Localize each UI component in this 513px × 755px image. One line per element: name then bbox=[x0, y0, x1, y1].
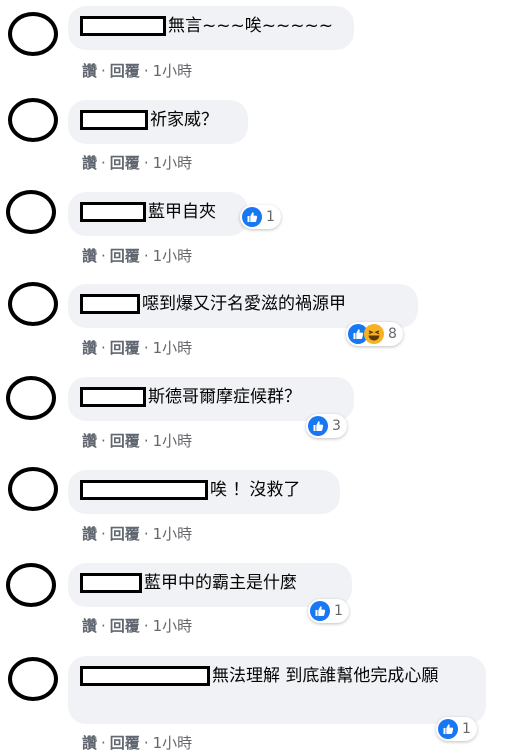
comment-text: 藍甲中的霸主是什麼 bbox=[144, 573, 297, 593]
comment-avatar[interactable] bbox=[6, 190, 56, 234]
like-link[interactable]: 讚 bbox=[82, 62, 97, 80]
reply-link[interactable]: 回覆 bbox=[110, 525, 140, 543]
comment-text: 噁到爆又汙名愛滋的禍源甲 bbox=[142, 294, 346, 314]
timestamp[interactable]: 1小時 bbox=[153, 154, 193, 172]
reaction-count: 3 bbox=[332, 418, 341, 434]
comment-avatar[interactable] bbox=[8, 282, 58, 326]
like-icon bbox=[308, 416, 328, 436]
comment-bubble: 無法理解 到底誰幫他完成心願 bbox=[68, 656, 486, 724]
timestamp[interactable]: 1小時 bbox=[153, 339, 193, 357]
reaction-count: 1 bbox=[334, 603, 343, 619]
redacted-name bbox=[80, 387, 146, 407]
like-link[interactable]: 讚 bbox=[82, 154, 97, 172]
comment-bubble: 藍甲自夾 bbox=[68, 192, 248, 236]
reaction-summary[interactable]: 8 bbox=[346, 322, 403, 346]
comment-text: 唉 ！沒救了 bbox=[210, 480, 301, 500]
comment-text: 無言~~~唉~~~~~ bbox=[168, 16, 333, 36]
redacted-name bbox=[80, 480, 208, 500]
redacted-name bbox=[80, 294, 140, 314]
comment-actions: 讚 · 回覆 · 1小時 bbox=[82, 154, 193, 172]
timestamp[interactable]: 1小時 bbox=[153, 247, 193, 265]
redacted-name bbox=[80, 110, 148, 130]
timestamp[interactable]: 1小時 bbox=[153, 432, 193, 450]
reaction-summary[interactable]: 1 bbox=[240, 205, 281, 229]
timestamp[interactable]: 1小時 bbox=[153, 62, 193, 80]
like-link[interactable]: 讚 bbox=[82, 339, 97, 357]
comment-avatar[interactable] bbox=[6, 563, 56, 607]
comment-text: 無法理解 到底誰幫他完成心願 bbox=[212, 666, 439, 686]
comment-actions: 讚 · 回覆 · 1小時 bbox=[82, 617, 193, 635]
like-icon bbox=[242, 207, 262, 227]
redacted-name bbox=[80, 16, 166, 36]
like-icon bbox=[310, 601, 330, 621]
comment-bubble: 無言~~~唉~~~~~ bbox=[68, 6, 354, 50]
comment-actions: 讚 · 回覆 · 1小時 bbox=[82, 734, 193, 752]
comment-bubble: 祈家威？ bbox=[68, 100, 248, 144]
redacted-name bbox=[80, 666, 210, 686]
like-link[interactable]: 讚 bbox=[82, 432, 97, 450]
like-icon bbox=[438, 719, 458, 739]
reaction-summary[interactable]: 1 bbox=[308, 599, 349, 623]
comment-text: 祈家威？ bbox=[150, 110, 218, 130]
reaction-summary[interactable]: 1 bbox=[436, 717, 477, 741]
comment-text: 斯德哥爾摩症候群？ bbox=[148, 387, 301, 407]
like-link[interactable]: 讚 bbox=[82, 525, 97, 543]
comment-actions: 讚 · 回覆 · 1小時 bbox=[82, 432, 193, 450]
timestamp[interactable]: 1小時 bbox=[153, 617, 193, 635]
timestamp[interactable]: 1小時 bbox=[153, 734, 193, 752]
comment-text: 藍甲自夾 bbox=[148, 202, 216, 222]
timestamp[interactable]: 1小時 bbox=[153, 525, 193, 543]
like-link[interactable]: 讚 bbox=[82, 734, 97, 752]
comment-actions: 讚 · 回覆 · 1小時 bbox=[82, 525, 193, 543]
reply-link[interactable]: 回覆 bbox=[110, 617, 140, 635]
comment-avatar[interactable] bbox=[6, 376, 56, 420]
like-link[interactable]: 讚 bbox=[82, 617, 97, 635]
reaction-count: 1 bbox=[462, 721, 471, 737]
reaction-count: 1 bbox=[266, 209, 275, 225]
comment-avatar[interactable] bbox=[8, 657, 58, 701]
comment-actions: 讚 · 回覆 · 1小時 bbox=[82, 247, 193, 265]
comment-bubble: 唉 ！沒救了 bbox=[68, 470, 340, 514]
comment-bubble: 斯德哥爾摩症候群？ bbox=[68, 377, 354, 421]
haha-icon bbox=[364, 324, 384, 344]
comment-avatar[interactable] bbox=[8, 98, 58, 142]
reply-link[interactable]: 回覆 bbox=[110, 432, 140, 450]
comment-avatar[interactable] bbox=[8, 12, 58, 56]
comment-actions: 讚 · 回覆 · 1小時 bbox=[82, 339, 193, 357]
redacted-name bbox=[80, 202, 146, 222]
reaction-count: 8 bbox=[388, 326, 397, 342]
reply-link[interactable]: 回覆 bbox=[110, 247, 140, 265]
reply-link[interactable]: 回覆 bbox=[110, 154, 140, 172]
reply-link[interactable]: 回覆 bbox=[110, 62, 140, 80]
redacted-name bbox=[80, 573, 142, 593]
reply-link[interactable]: 回覆 bbox=[110, 734, 140, 752]
like-link[interactable]: 讚 bbox=[82, 247, 97, 265]
comment-actions: 讚 · 回覆 · 1小時 bbox=[82, 62, 193, 80]
reply-link[interactable]: 回覆 bbox=[110, 339, 140, 357]
reaction-summary[interactable]: 3 bbox=[306, 414, 347, 438]
comment-avatar[interactable] bbox=[8, 467, 58, 511]
